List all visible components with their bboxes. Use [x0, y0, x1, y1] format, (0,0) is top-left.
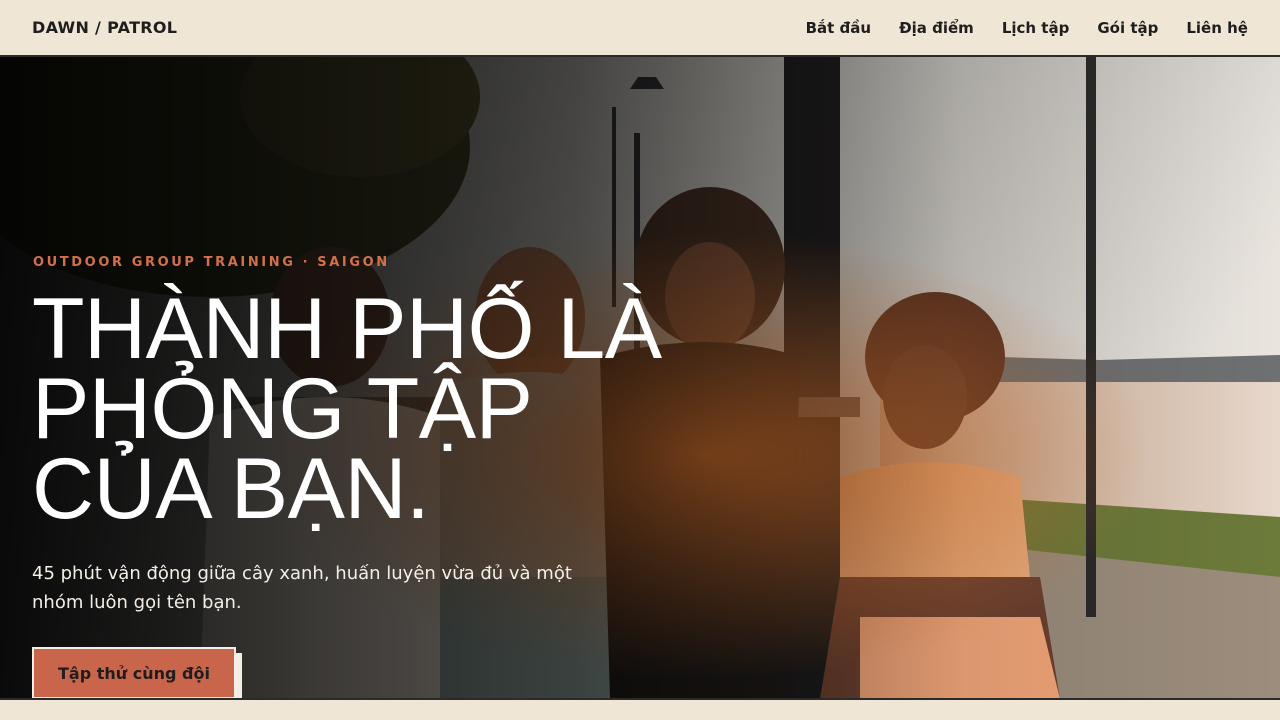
brand-logo[interactable]: DAWN / PATROL [32, 18, 177, 37]
hero-eyebrow: OUTDOOR GROUP TRAINING · SAIGON [33, 255, 390, 270]
nav-link-dia-diem[interactable]: Địa điểm [899, 19, 974, 37]
site-header: DAWN / PATROL Bắt đầu Địa điểm Lịch tập … [0, 0, 1280, 57]
nav-link-goi-tap[interactable]: Gói tập [1097, 19, 1158, 37]
cta-container: Tập thử cùng đội [32, 647, 242, 699]
main-nav: Bắt đầu Địa điểm Lịch tập Gói tập Liên h… [806, 19, 1248, 37]
hero-headline: THÀNH PHỐ LÀ PHỎNG TẬP CỦA BẠN. [32, 281, 792, 537]
nav-link-lich-tap[interactable]: Lịch tập [1002, 19, 1070, 37]
hero-subtitle: 45 phút vận động giữa cây xanh, huấn luy… [32, 563, 572, 613]
headline-line-1: THÀNH PHỐ LÀ [32, 281, 662, 377]
try-with-team-button[interactable]: Tập thử cùng đội [32, 647, 236, 699]
nav-link-bat-dau[interactable]: Bắt đầu [806, 19, 872, 37]
hero-bottom-border [0, 698, 1280, 700]
headline-line-3: CỦA BẠN. [32, 441, 430, 537]
hero-section: OUTDOOR GROUP TRAINING · SAIGON THÀNH PH… [0, 57, 1280, 699]
headline-line-2: PHỎNG TẬP [32, 361, 533, 457]
nav-link-lien-he[interactable]: Liên hệ [1186, 19, 1248, 37]
